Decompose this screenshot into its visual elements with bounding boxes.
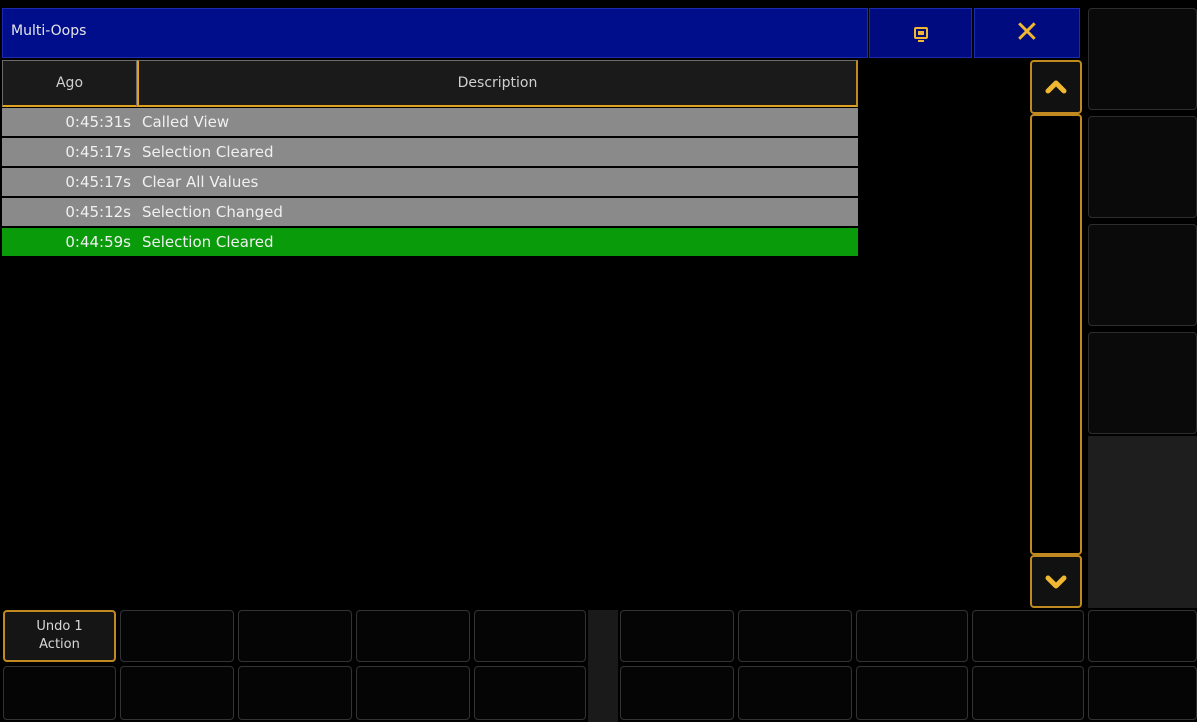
row-description: Selection Changed	[142, 203, 283, 221]
chevron-down-icon	[1045, 575, 1067, 588]
row-description: Called View	[142, 113, 230, 131]
table-row[interactable]: 0:45:17s Clear All Values	[2, 168, 858, 196]
grid-button[interactable]	[620, 610, 734, 662]
screen-button[interactable]	[869, 8, 972, 58]
row-description: Selection Cleared	[142, 233, 274, 251]
oops-list: 0:45:31s Called View 0:45:17s Selection …	[2, 108, 858, 258]
grid-button[interactable]	[856, 610, 968, 662]
table-row[interactable]: 0:45:31s Called View	[2, 108, 858, 136]
grid-button[interactable]	[356, 610, 470, 662]
grid-button[interactable]	[1088, 610, 1197, 662]
row-ago: 0:44:59s	[65, 233, 131, 251]
scroll-up-button[interactable]	[1030, 60, 1082, 114]
grid-button[interactable]	[238, 666, 352, 720]
grid-button[interactable]	[474, 610, 586, 662]
grid-separator	[588, 610, 618, 722]
grid-button[interactable]	[972, 666, 1084, 720]
close-icon: ✕	[1014, 15, 1040, 50]
window-title: Multi-Oops	[11, 23, 87, 39]
grid-button[interactable]	[738, 610, 852, 662]
table-row[interactable]: 0:45:12s Selection Changed	[2, 198, 858, 226]
grid-button[interactable]	[620, 666, 734, 720]
side-button-4[interactable]	[1088, 332, 1197, 434]
grid-button[interactable]	[120, 610, 234, 662]
undo-action-button[interactable]: Undo 1 Action	[3, 610, 116, 662]
grid-button[interactable]	[738, 666, 852, 720]
grid-button[interactable]	[474, 666, 586, 720]
row-description: Selection Cleared	[142, 143, 274, 161]
side-panel-filler	[1088, 436, 1197, 608]
scrollbar-track[interactable]	[1030, 114, 1082, 555]
row-ago: 0:45:17s	[65, 173, 131, 191]
grid-button[interactable]	[238, 610, 352, 662]
row-ago: 0:45:12s	[65, 203, 131, 221]
row-ago: 0:45:31s	[65, 113, 131, 131]
grid-button[interactable]	[856, 666, 968, 720]
grid-button[interactable]	[356, 666, 470, 720]
grid-button[interactable]	[3, 666, 116, 720]
chevron-up-icon	[1045, 80, 1067, 94]
table-row[interactable]: 0:45:17s Selection Cleared	[2, 138, 858, 166]
side-button-2[interactable]	[1088, 116, 1197, 218]
column-header-description[interactable]: Description	[137, 60, 858, 107]
scroll-down-button[interactable]	[1030, 555, 1082, 608]
row-description: Clear All Values	[142, 173, 259, 191]
side-button-3[interactable]	[1088, 224, 1197, 326]
table-row-selected[interactable]: 0:44:59s Selection Cleared	[2, 228, 858, 256]
side-button-1[interactable]	[1088, 8, 1197, 110]
screen-icon	[913, 27, 928, 42]
close-button[interactable]: ✕	[974, 8, 1080, 58]
grid-button[interactable]	[120, 666, 234, 720]
grid-button[interactable]	[1088, 666, 1197, 720]
title-bar: Multi-Oops	[2, 8, 868, 58]
grid-button[interactable]	[972, 610, 1084, 662]
row-ago: 0:45:17s	[65, 143, 131, 161]
table-header: Ago Description	[2, 60, 858, 107]
column-header-ago[interactable]: Ago	[2, 60, 137, 107]
